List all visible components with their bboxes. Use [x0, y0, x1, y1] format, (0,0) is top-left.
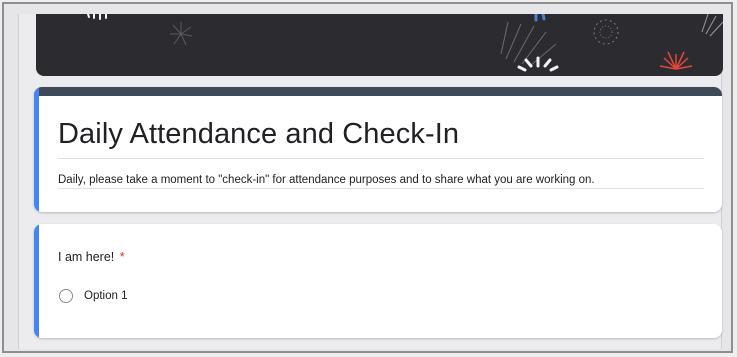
header-color-bar — [34, 87, 722, 96]
question-accent-bar — [34, 224, 39, 338]
header-accent-bar — [34, 87, 39, 212]
fireworks-illustration — [87, 14, 723, 72]
header-banner-image — [36, 14, 723, 76]
form-title: Daily Attendance and Check-In — [58, 118, 460, 150]
question-label: I am here! — [58, 250, 115, 264]
form-description: Daily, please take a moment to "check-in… — [58, 174, 595, 186]
question-card: I am here! * Option 1 — [34, 224, 722, 338]
question-title: I am here! * — [58, 250, 125, 264]
description-divider — [58, 188, 704, 189]
option-1-label[interactable]: Option 1 — [84, 290, 127, 302]
option-1-radio[interactable] — [59, 289, 73, 303]
title-divider — [58, 158, 704, 159]
required-asterisk: * — [119, 250, 125, 264]
